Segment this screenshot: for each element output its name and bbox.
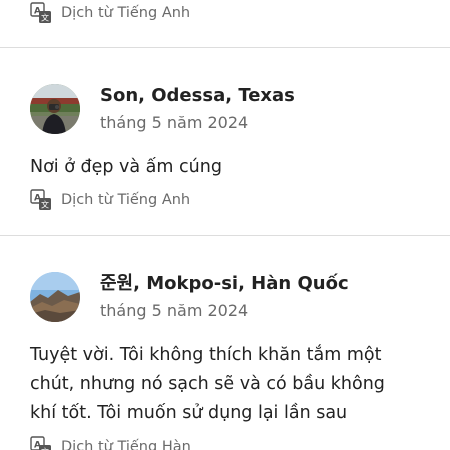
translate-icon: A 文	[30, 189, 51, 210]
svg-text:文: 文	[41, 200, 49, 210]
review-text: Nơi ở đẹp và ấm cúng	[30, 157, 222, 177]
avatar-photo-icon	[30, 84, 80, 134]
review-date: tháng 5 năm 2024	[100, 113, 249, 132]
translate-label: Dịch từ Tiếng Hàn	[61, 439, 191, 450]
translate-icon: A 文	[30, 436, 51, 450]
translate-link[interactable]: A 文 Dịch từ Tiếng Anh	[30, 189, 190, 211]
translate-label: Dịch từ Tiếng Anh	[61, 192, 191, 208]
translate-icon: A 文	[30, 2, 51, 23]
svg-text:文: 文	[41, 13, 49, 23]
avatar-landscape-icon	[30, 272, 80, 322]
review-text: Tuyệt vời. Tôi không thích khăn tắm một …	[30, 345, 385, 423]
translate-label: Dịch từ Tiếng Anh	[61, 5, 191, 21]
translate-link[interactable]: A 文 Dịch từ Tiếng Hàn	[30, 436, 191, 450]
translate-link[interactable]: A 文 Dịch từ Tiếng Anh	[30, 2, 190, 24]
reviews-list: A 文 Dịch từ Tiếng Anh Son, Odessa, Texas…	[0, 0, 450, 450]
avatar[interactable]	[30, 272, 80, 322]
svg-text:文: 文	[41, 447, 49, 450]
review-header: 준원, Mokpo-si, Hàn Quốc tháng 5 năm 2024	[30, 272, 349, 322]
avatar[interactable]	[30, 84, 80, 134]
reviewer-name: 준원, Mokpo-si, Hàn Quốc	[100, 273, 349, 294]
divider	[0, 235, 450, 236]
divider	[0, 47, 450, 48]
reviewer-name: Son, Odessa, Texas	[100, 85, 295, 106]
review-header: Son, Odessa, Texas tháng 5 năm 2024	[30, 84, 295, 134]
review-date: tháng 5 năm 2024	[100, 301, 249, 320]
